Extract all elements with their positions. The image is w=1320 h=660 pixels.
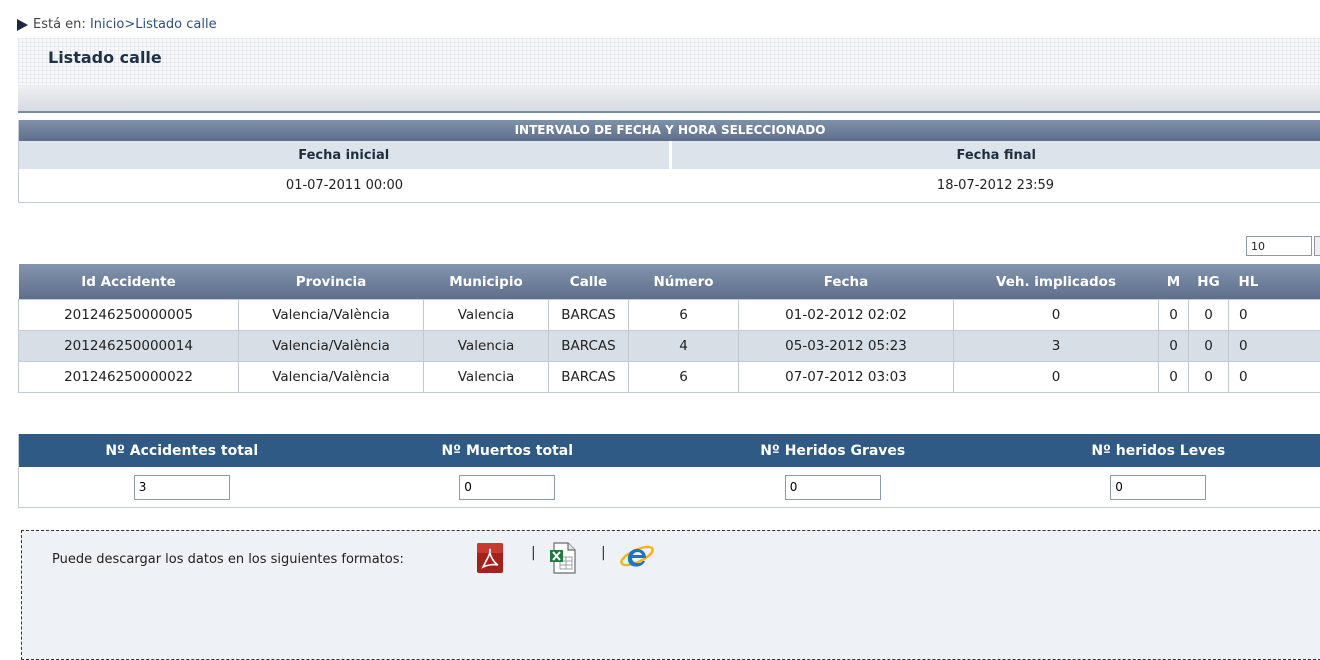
title-panel: Listado calle [18, 38, 1320, 113]
cell-numero: 4 [629, 331, 739, 362]
internet-explorer-icon[interactable] [619, 541, 655, 575]
cell-hg: 0 [1189, 331, 1229, 362]
title-band [18, 85, 1320, 111]
cell-fecha: 01-02-2012 02:02 [739, 300, 954, 331]
total-serious-field[interactable] [785, 475, 881, 500]
excel-icon[interactable] [548, 541, 578, 575]
cell-fecha: 07-07-2012 03:03 [739, 362, 954, 393]
cell-m: 0 [1159, 300, 1189, 331]
cell-id: 201246250000022 [19, 362, 239, 393]
col-id-accidente[interactable]: Id Accidente [19, 264, 239, 300]
cell-numero: 6 [629, 362, 739, 393]
cell-calle: BARCAS [549, 331, 629, 362]
separator-2: | [601, 545, 606, 561]
total-accidents-field[interactable] [134, 475, 230, 500]
cell-provincia: Valencia/València [239, 300, 424, 331]
col-hl[interactable]: HL [1229, 264, 1320, 300]
total-serious-label: Nº Heridos Graves [670, 434, 996, 467]
date-range-header: INTERVALO DE FECHA Y HORA SELECCIONADO [19, 120, 1320, 141]
table-row: 201246250000022 Valencia/València Valenc… [19, 362, 1320, 393]
col-veh-implicados[interactable]: Veh. implicados [954, 264, 1159, 300]
col-hg[interactable]: HG [1189, 264, 1229, 300]
cell-veh: 0 [954, 362, 1159, 393]
cell-provincia: Valencia/València [239, 362, 424, 393]
col-m[interactable]: M [1159, 264, 1189, 300]
total-accidents-label: Nº Accidentes total [19, 434, 345, 467]
accidents-table: Id Accidente Provincia Municipio Calle N… [18, 264, 1320, 393]
cell-municipio: Valencia [424, 362, 549, 393]
table-header-row: Id Accidente Provincia Municipio Calle N… [19, 264, 1320, 300]
col-fecha[interactable]: Fecha [739, 264, 954, 300]
table-row: 201246250000005 Valencia/València Valenc… [19, 300, 1320, 331]
date-range-panel: INTERVALO DE FECHA Y HORA SELECCIONADO F… [18, 120, 1320, 203]
cell-hl: 0 [1229, 300, 1320, 331]
cell-hg: 0 [1189, 300, 1229, 331]
cell-fecha: 05-03-2012 05:23 [739, 331, 954, 362]
col-calle[interactable]: Calle [549, 264, 629, 300]
col-provincia[interactable]: Provincia [239, 264, 424, 300]
total-deaths-field[interactable] [459, 475, 555, 500]
total-deaths-label: Nº Muertos total [345, 434, 671, 467]
cell-id: 201246250000014 [19, 331, 239, 362]
col-numero[interactable]: Número [629, 264, 739, 300]
cell-id: 201246250000005 [19, 300, 239, 331]
breadcrumb-prefix: Está en: [33, 17, 86, 32]
total-light-label: Nº heridos Leves [996, 434, 1320, 467]
separator-1: | [531, 545, 536, 561]
cell-m: 0 [1159, 331, 1189, 362]
cell-hl: 0 [1229, 331, 1320, 362]
breadcrumb-path[interactable]: Inicio>Listado calle [90, 17, 217, 32]
page-size-select[interactable]: 10 [1246, 236, 1312, 256]
cell-hg: 0 [1189, 362, 1229, 393]
col-municipio[interactable]: Municipio [424, 264, 549, 300]
cell-hl: 0 [1229, 362, 1320, 393]
cell-calle: BARCAS [549, 362, 629, 393]
pdf-icon[interactable] [475, 541, 505, 575]
table-row: 201246250000014 Valencia/València Valenc… [19, 331, 1320, 362]
cell-municipio: Valencia [424, 331, 549, 362]
cell-m: 0 [1159, 362, 1189, 393]
breadcrumb-arrow-icon [17, 19, 28, 31]
download-panel: Puede descargar los datos en los siguien… [21, 530, 1320, 660]
totals-panel: Nº Accidentes total Nº Muertos total Nº … [18, 434, 1320, 508]
end-date-label: Fecha final [669, 141, 1320, 169]
total-light-field[interactable] [1110, 475, 1206, 500]
start-date-label: Fecha inicial [19, 141, 669, 169]
page-title: Listado calle [48, 48, 162, 67]
end-date-value: 18-07-2012 23:59 [670, 169, 1320, 202]
cell-provincia: Valencia/València [239, 331, 424, 362]
cell-veh: 3 [954, 331, 1159, 362]
page-size-dropdown-button[interactable] [1314, 236, 1320, 256]
start-date-value: 01-07-2011 00:00 [19, 169, 670, 202]
download-label: Puede descargar los datos en los siguien… [52, 552, 404, 567]
cell-veh: 0 [954, 300, 1159, 331]
cell-municipio: Valencia [424, 300, 549, 331]
breadcrumb: Está en: Inicio>Listado calle [17, 17, 217, 32]
cell-numero: 6 [629, 300, 739, 331]
cell-calle: BARCAS [549, 300, 629, 331]
